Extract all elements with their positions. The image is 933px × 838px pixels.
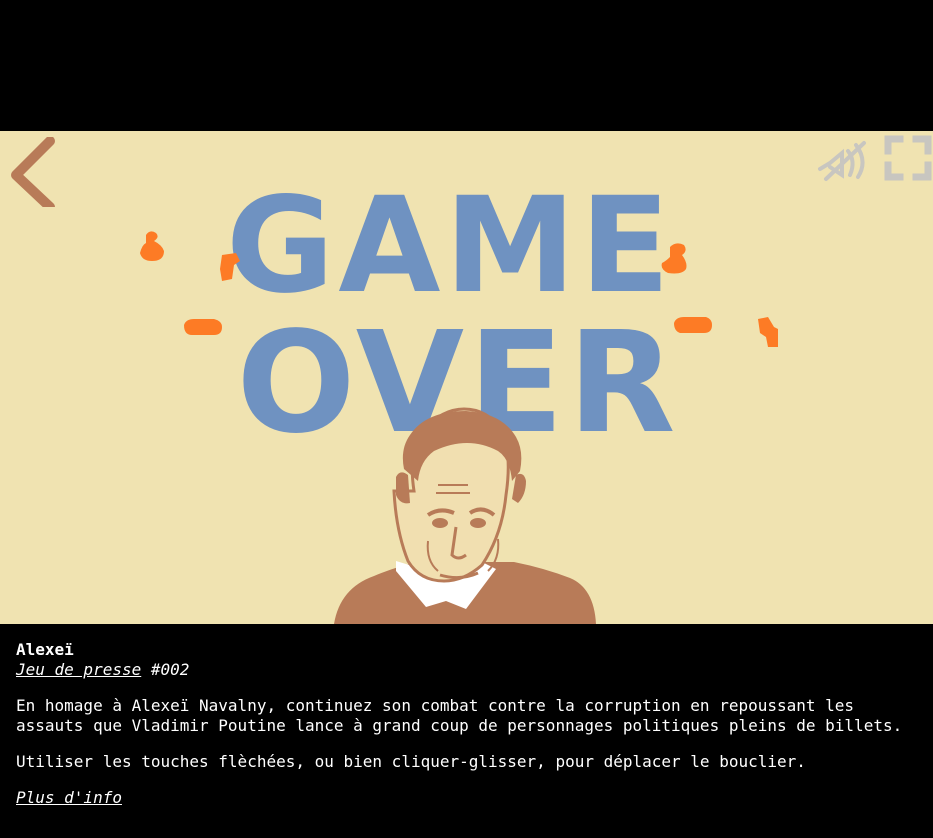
fullscreen-icon	[884, 135, 932, 181]
series-number: #002	[141, 660, 190, 679]
game-series: Jeu de presse #002	[16, 660, 921, 680]
game-over-scene: GAME OVER	[140, 169, 778, 624]
more-info: Plus d'info	[16, 788, 921, 808]
fullscreen-button[interactable]	[884, 135, 932, 181]
game-title: Alexeï	[16, 640, 74, 659]
game-info-panel: Alexeï Jeu de presse #002 En homage à Al…	[16, 640, 921, 808]
game-controls: Utiliser les touches flèchées, ou bien c…	[16, 752, 806, 771]
back-button[interactable]	[10, 136, 60, 212]
chevron-left-icon	[11, 136, 55, 212]
more-info-link[interactable]: Plus d'info	[16, 788, 122, 807]
game-canvas[interactable]: GAME OVER	[0, 131, 933, 624]
sound-toggle-button[interactable]	[816, 139, 870, 183]
game-description: En homage à Alexeï Navalny, continuez so…	[16, 696, 903, 735]
series-link[interactable]: Jeu de presse	[16, 660, 141, 679]
game-over-line1: GAME	[226, 169, 674, 323]
sound-off-icon	[818, 141, 866, 181]
